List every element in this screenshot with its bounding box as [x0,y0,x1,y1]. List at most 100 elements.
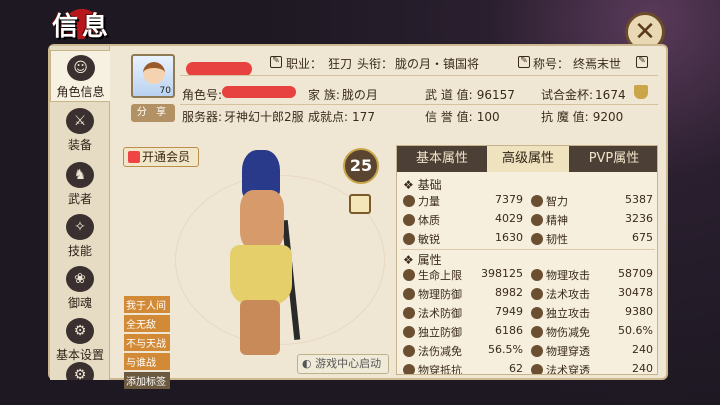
stat-icon [403,307,415,319]
divider [180,75,658,76]
tab-basic[interactable]: 基本属性 [397,146,487,172]
character-legs [240,300,280,355]
stat-icon [531,307,543,319]
close-icon: ✕ [634,17,656,47]
sidebar-item-label: 装备 [67,138,92,152]
stat-row: 物伤减免 50.6% [531,324,653,340]
sidebar-item-spirit[interactable]: ❀ 御魂 [50,262,110,314]
settings-icon: ⚙ [66,318,94,344]
stat-row: 物穿抵抗 62 [403,362,523,374]
stat-icon [403,269,415,281]
stat-row: 物理攻击 58709 [531,267,653,283]
honor-field: 头衔： 胧の月・镇国将 [357,57,480,71]
tag-item[interactable]: 与谁战 [124,353,170,370]
stat-icon [531,195,543,207]
title-field: 称号： 终焉末世 [533,57,622,71]
sidebar: ☺ 角色信息 ⚔ 装备 ♞ 武者 ✧ 技能 ❀ 御魂 ⚙ 基本设置 ⚙ [50,46,110,380]
sidebar-item-label: 武者 [67,192,92,206]
add-tag-button[interactable]: 添加标签 [124,372,170,389]
tag-item[interactable]: 全无敌 [124,315,170,332]
edit-job-icon[interactable]: ✎ [270,56,282,68]
role-id-field: 角色号: [182,88,223,102]
stat-row: 韧性 675 [531,231,653,247]
tag-item[interactable]: 我于人间 [124,296,170,313]
section-attr-title: ❖ 属性 [403,253,442,267]
resist-field: 抗 魔 值: 9200 [541,110,624,124]
stat-icon [403,214,415,226]
stat-row: 生命上限 398125 [403,267,523,283]
stat-row: 物理穿透 240 [531,343,653,359]
stat-icon [531,269,543,281]
stat-icon [403,288,415,300]
stats-tabs: 基本属性 高级属性 PVP属性 [397,146,657,172]
stat-icon [403,345,415,357]
tab-advanced[interactable]: 高级属性 [487,146,569,172]
stat-icon [531,364,543,374]
stat-icon [403,326,415,338]
advanced-settings-icon: ⚙ [66,362,94,380]
stat-icon [531,288,543,300]
stat-icon [531,345,543,357]
character-pants [230,245,292,305]
sidebar-item-character-info[interactable]: ☺ 角色信息 [50,50,110,102]
camera-icon[interactable] [349,194,371,214]
section-basic-title: ❖ 基础 [403,178,442,192]
game-center-icon: ◐ [302,357,316,370]
stat-row: 法术攻击 30478 [531,286,653,302]
sidebar-item-advanced-settings[interactable]: ⚙ [50,362,110,380]
stat-icon [403,233,415,245]
stat-row: 智力 5387 [531,193,653,209]
spirit-icon: ❀ [66,266,94,292]
avatar[interactable]: 70 [131,54,175,98]
sidebar-item-skill[interactable]: ✧ 技能 [50,210,110,262]
sidebar-item-label: 御魂 [67,296,92,310]
character-icon: ☺ [66,55,95,81]
redacted-role-id [222,86,296,98]
warrior-icon: ♞ [66,162,94,188]
stat-row: 精神 3236 [531,212,653,228]
redacted-name [186,62,252,76]
page-title: 信息 [52,12,113,42]
job-field: 职业： 狂刀 [286,57,353,71]
stat-row: 法术穿透 240 [531,362,653,374]
family-field: 家 族: 胧の月 [308,88,378,102]
edit-icon[interactable]: ✎ [636,56,648,68]
stat-icon [531,214,543,226]
divider [180,104,658,105]
martial-field: 武 道 值: 96157 [425,88,515,102]
edit-title-icon[interactable]: ✎ [518,56,530,68]
sidebar-item-settings[interactable]: ⚙ 基本设置 [50,314,110,366]
sidebar-item-equipment[interactable]: ⚔ 装备 [50,104,110,156]
character-model [220,150,310,360]
server-field: 服务器: 牙神幻十郎2服 [182,110,304,124]
stat-icon [531,326,543,338]
achievement-field: 成就点: 177 [308,110,375,124]
vip-button[interactable]: 开通会员 [123,147,199,167]
trial-field: 试合金杯: 1674 [541,88,626,102]
stat-icon [403,195,415,207]
stat-icon [403,364,415,374]
tag-list: 我于人间 全无敌 不与天战 与谁战 添加标签 [124,296,170,391]
level-badge: 25 [343,148,379,184]
credit-field: 信 誉 值: 100 [425,110,500,124]
sidebar-item-label: 技能 [67,244,92,258]
stat-row: 法术防御 7949 [403,305,523,321]
equipment-icon: ⚔ [66,108,94,134]
trophy-icon [634,85,648,99]
stat-row: 独立攻击 9380 [531,305,653,321]
stat-row: 物理防御 8982 [403,286,523,302]
stats-panel: 基本属性 高级属性 PVP属性 ❖ 基础 力量 7379 智力 5387 体质 402… [396,145,658,375]
sidebar-item-warrior[interactable]: ♞ 武者 [50,158,110,210]
avatar-level: 70 [159,86,171,96]
tab-pvp[interactable]: PVP属性 [569,146,657,172]
stat-row: 法伤减免 56.5% [403,343,523,359]
avatar-face [143,62,165,84]
stat-row: 独立防御 6186 [403,324,523,340]
share-button[interactable]: 分 享 [131,104,175,122]
vip-icon [128,151,140,163]
title-bar: 信息 [0,0,300,46]
tag-item[interactable]: 不与天战 [124,334,170,351]
game-center-button[interactable]: ◐ 游戏中心启动 [297,354,389,374]
sidebar-item-label: 基本设置 [55,348,104,362]
stat-row: 力量 7379 [403,193,523,209]
